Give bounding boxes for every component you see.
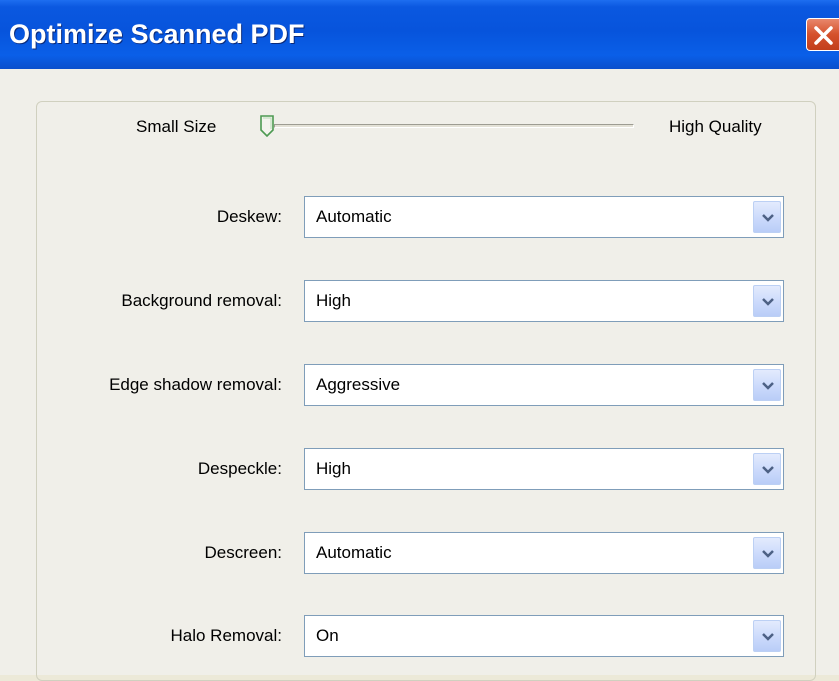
halo-removal-dropdown-button[interactable]	[753, 620, 781, 652]
descreen-dropdown-button[interactable]	[753, 537, 781, 569]
quality-slider-track[interactable]	[274, 124, 634, 128]
descreen-label: Descreen:	[204, 543, 282, 562]
optimize-scanned-pdf-dialog: Optimize Scanned PDF Small Size High Qua…	[0, 0, 839, 681]
halo-removal-select[interactable]: On	[304, 615, 784, 657]
despeckle-label: Despeckle:	[197, 459, 282, 478]
background-removal-value: High	[316, 291, 351, 310]
despeckle-select[interactable]: High	[304, 448, 784, 490]
chevron-down-icon	[762, 298, 774, 306]
deskew-label: Deskew:	[216, 207, 282, 226]
title-bar[interactable]: Optimize Scanned PDF	[0, 0, 839, 69]
deskew-dropdown-button[interactable]	[753, 201, 781, 233]
background-removal-dropdown-button[interactable]	[753, 285, 781, 317]
slider-min-label: Small Size	[136, 117, 217, 136]
despeckle-value: High	[316, 459, 351, 478]
chevron-down-icon	[762, 550, 774, 558]
deskew-select[interactable]: Automatic	[304, 196, 784, 238]
edge-shadow-removal-select[interactable]: Aggressive	[304, 364, 784, 406]
deskew-value: Automatic	[316, 207, 392, 226]
quality-slider-thumb[interactable]	[259, 115, 275, 138]
close-icon	[814, 26, 833, 45]
slider-max-label: High Quality	[669, 117, 762, 136]
descreen-value: Automatic	[316, 543, 392, 562]
window-title: Optimize Scanned PDF	[9, 19, 305, 49]
halo-removal-value: On	[316, 626, 339, 645]
chevron-down-icon	[762, 382, 774, 390]
chevron-down-icon	[762, 466, 774, 474]
chevron-down-icon	[762, 633, 774, 641]
background-removal-label: Background removal:	[121, 291, 282, 310]
halo-removal-label: Halo Removal:	[170, 626, 283, 645]
edge-shadow-removal-value: Aggressive	[316, 375, 401, 394]
despeckle-dropdown-button[interactable]	[753, 453, 781, 485]
edge-shadow-removal-label: Edge shadow removal:	[109, 375, 282, 394]
descreen-select[interactable]: Automatic	[304, 532, 784, 574]
edge-shadow-removal-dropdown-button[interactable]	[753, 369, 781, 401]
background-removal-select[interactable]: High	[304, 280, 784, 322]
close-button[interactable]	[806, 18, 839, 51]
chevron-down-icon	[762, 214, 774, 222]
